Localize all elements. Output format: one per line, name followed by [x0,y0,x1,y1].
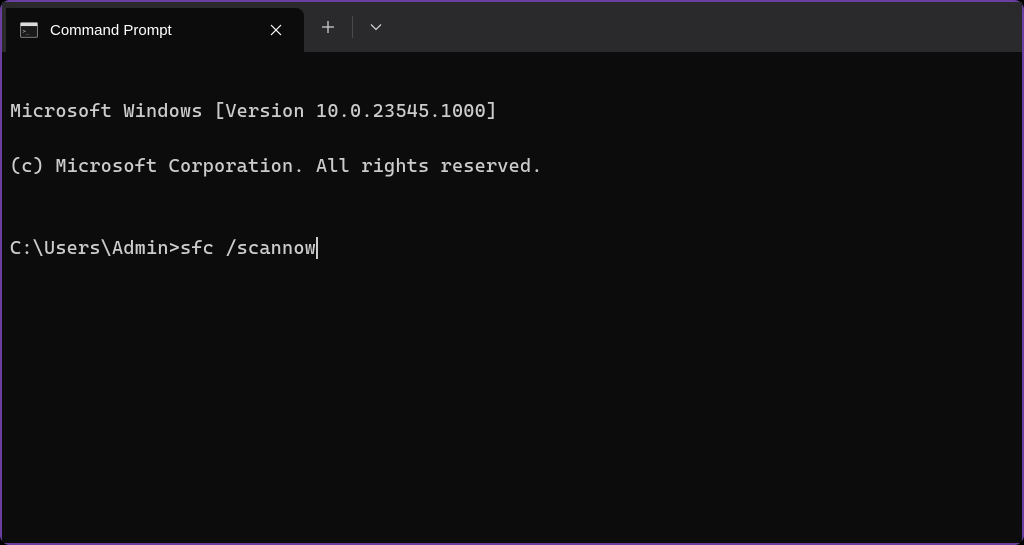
tab-command-prompt[interactable]: >_ Command Prompt [6,8,304,52]
output-line: (c) Microsoft Corporation. All rights re… [10,153,1014,181]
svg-text:>_: >_ [22,29,29,35]
tab-title: Command Prompt [50,22,172,39]
cursor [316,237,318,259]
new-tab-button[interactable] [304,2,352,52]
terminal-body[interactable]: Microsoft Windows [Version 10.0.23545.10… [2,52,1022,543]
close-tab-button[interactable] [262,16,290,44]
prompt-path: C:\Users\Admin> [10,235,180,263]
titlebar: >_ Command Prompt [2,2,1022,52]
command-input[interactable]: sfc /scannow [180,235,316,263]
output-line: Microsoft Windows [Version 10.0.23545.10… [10,98,1014,126]
prompt-line: C:\Users\Admin>sfc /scannow [10,235,1014,263]
terminal-icon: >_ [20,21,38,39]
titlebar-controls [304,2,400,52]
tab-dropdown-button[interactable] [352,2,400,52]
